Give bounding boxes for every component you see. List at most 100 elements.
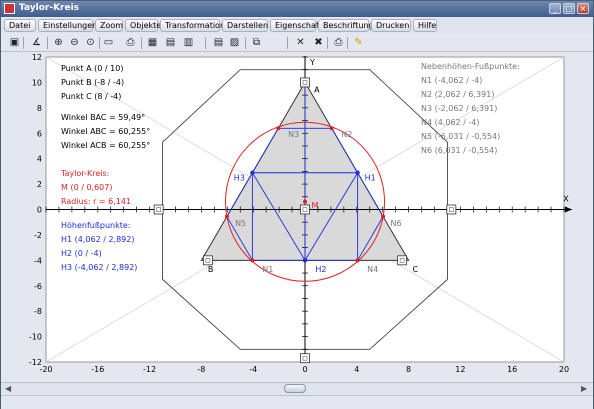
label-h1: H1 [365, 173, 376, 182]
x-tick-label: 8 [406, 365, 411, 374]
zoom-out-icon[interactable]: ⊖ [67, 36, 82, 50]
info-footpoint: N3 (-2,062 / 6,391) [421, 104, 497, 113]
y-tick-label: 12 [32, 53, 42, 62]
toolbar-separator [99, 37, 100, 49]
menu-item-darstellen[interactable]: Darstellen [222, 19, 268, 32]
info-height: H1 (4,062 / 2,892) [61, 235, 134, 244]
scroll-thumb[interactable] [284, 384, 306, 393]
label-c: C [412, 265, 418, 274]
zoom-fit-icon[interactable]: ⊙ [83, 36, 98, 50]
save-icon[interactable]: ▣ [7, 36, 22, 50]
toolbar-separator [141, 37, 142, 49]
y-tick-label: 8 [37, 104, 42, 113]
info-footpoint: Nebenhöhen-Fußpunkte: [421, 62, 520, 71]
x-tick-label: -16 [91, 365, 104, 374]
drag-handle[interactable] [300, 77, 310, 88]
info-angle: Winkel ACB = 60,255° [61, 141, 150, 150]
scroll-left-icon[interactable]: ◀ [5, 384, 11, 393]
toolbar-separator [47, 37, 48, 49]
geometry-canvas[interactable]: X Y -20 -16 -12 -8 -4 0 4 8 12 16 20 -12 -10 -8 -6 -4 -2 0 2… [1, 52, 593, 382]
x-tick-label: -4 [249, 365, 257, 374]
point-n3[interactable] [276, 126, 281, 131]
copy-icon[interactable]: ⧉ [249, 36, 264, 50]
point-n6[interactable] [381, 214, 386, 219]
info-footpoint: N6 (6,031 / -0,554) [421, 146, 497, 155]
printer-icon[interactable]: ⎙ [331, 36, 346, 50]
y-tick-label: -10 [29, 333, 42, 342]
x-tick-label: -12 [143, 365, 156, 374]
minimize-icon[interactable]: _ [549, 3, 561, 14]
info-point: Punkt B (-8 / -4) [61, 78, 124, 87]
drag-handle[interactable] [300, 353, 310, 364]
toolbar-separator [23, 37, 24, 49]
title-bar[interactable]: Taylor-Kreis _ □ × [1, 1, 593, 17]
cross-icon-2[interactable]: ✖ [311, 36, 326, 50]
label-n2: N2 [341, 130, 352, 139]
y-tick-label: 0 [37, 206, 42, 215]
x-tick-label: 20 [559, 365, 569, 374]
info-angle: Winkel BAC = 59,49° [61, 113, 145, 122]
menu-item-hilfe[interactable]: Hilfe [413, 19, 437, 32]
y-tick-label: -2 [34, 231, 42, 240]
close-icon[interactable]: × [577, 3, 589, 14]
drag-handle[interactable] [397, 255, 408, 266]
point-n5[interactable] [224, 214, 229, 219]
x-tick-label: -8 [197, 365, 205, 374]
point-m[interactable] [303, 199, 307, 204]
toolbar-separator [287, 37, 288, 49]
x-axis-arrow [565, 206, 572, 213]
grid-icon-2[interactable]: ▤ [163, 36, 178, 50]
y-tick-label: 4 [37, 155, 42, 164]
point-n4[interactable] [355, 258, 360, 263]
drag-handle[interactable] [446, 204, 457, 215]
label-n1: N1 [262, 265, 273, 274]
toolbar-separator [245, 37, 246, 49]
menu-item-einstellungen[interactable]: Einstellungen [38, 19, 97, 32]
grid-icon-3[interactable]: ▥ [181, 36, 196, 50]
print-icon[interactable]: ⎙ [123, 36, 138, 50]
cross-icon[interactable]: ✕ [293, 36, 308, 50]
point-h1[interactable] [355, 170, 360, 175]
maximize-icon[interactable]: □ [563, 3, 575, 14]
menu-item-datei[interactable]: Datei [4, 19, 36, 32]
y-axis-label: Y [309, 58, 315, 67]
menu-item-eigenschaft[interactable]: Eigenschaft [270, 19, 322, 32]
chart-icon[interactable]: ▨ [227, 36, 242, 50]
window-title: Taylor-Kreis [19, 3, 80, 13]
scroll-right-icon[interactable]: ▶ [581, 384, 587, 393]
label-n3: N3 [288, 130, 299, 139]
x-tick-label: 16 [507, 365, 517, 374]
info-height: H3 (-4,062 / 2,892) [61, 263, 137, 272]
drag-handle[interactable] [153, 204, 164, 215]
menu-item-beschriftung[interactable]: Beschriftung [318, 19, 374, 32]
toolbar-separator [347, 37, 348, 49]
app-icon [4, 3, 15, 14]
label-b: B [208, 265, 214, 274]
menu-item-zoom[interactable]: Zoom [95, 19, 123, 32]
x-axis-label: X [563, 195, 569, 204]
zoom-in-icon[interactable]: ⊕ [51, 36, 66, 50]
menu-item-objekte[interactable]: Objekte [125, 19, 161, 32]
grid-icon[interactable]: ▦ [145, 36, 160, 50]
pin-icon[interactable]: ✎ [351, 36, 366, 50]
y-tick-label: -8 [34, 307, 42, 316]
y-tick-label: -6 [34, 282, 42, 291]
info-footpoint: N2 (2,062 / 6,391) [421, 90, 494, 99]
menu-item-drucken[interactable]: Drucken [371, 19, 411, 32]
point-n2[interactable] [329, 126, 334, 131]
point-h3[interactable] [250, 170, 255, 175]
horizontal-scrollbar[interactable]: ◀ ▶ [1, 382, 593, 394]
point-n1[interactable] [250, 258, 255, 263]
menu-item-transformation[interactable]: Transformation [160, 19, 225, 32]
table-icon[interactable]: ▤ [211, 36, 226, 50]
menu-bar: Datei Einstellungen Zoom Objekte Transformat… [1, 18, 593, 33]
label-h2: H2 [315, 265, 326, 274]
drag-handle[interactable] [300, 204, 310, 215]
window-icon[interactable]: ▭ [101, 36, 116, 50]
info-angle: Winkel ABC = 60,255° [61, 127, 150, 136]
label-n6: N6 [390, 219, 401, 228]
drag-handle[interactable] [202, 255, 213, 266]
info-taylor: Taylor-Kreis: [60, 169, 109, 178]
point-h2[interactable] [302, 258, 308, 263]
angle-icon[interactable]: ∡ [29, 36, 44, 50]
